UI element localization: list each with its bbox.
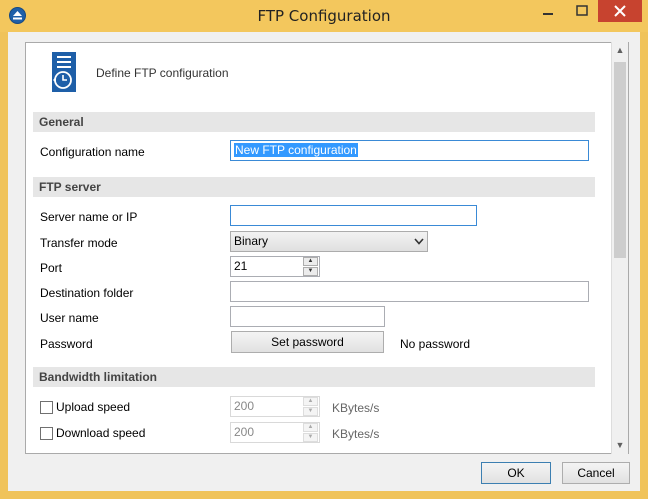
server-name-label: Server name or IP	[40, 210, 138, 224]
section-bandwidth: Bandwidth limitation	[33, 367, 595, 387]
section-ftp-server: FTP server	[33, 177, 595, 197]
close-icon	[614, 5, 626, 17]
transfer-mode-value: Binary	[234, 234, 269, 248]
download-increment-icon[interactable]: ▲	[303, 423, 318, 432]
ok-button-label: OK	[507, 466, 525, 480]
transfer-mode-select[interactable]: Binary	[230, 231, 428, 252]
config-name-label: Configuration name	[40, 145, 145, 159]
password-status: No password	[400, 337, 471, 351]
scroll-down-arrow-icon[interactable]: ▼	[612, 437, 628, 454]
download-speed-label: Download speed	[56, 426, 146, 440]
close-button[interactable]	[598, 0, 642, 22]
config-name-input[interactable]: New FTP configuration	[230, 140, 589, 161]
user-name-label: User name	[40, 311, 99, 325]
password-label: Password	[40, 337, 93, 351]
maximize-button[interactable]	[565, 0, 599, 22]
upload-speed-value: 200	[234, 399, 255, 413]
destination-folder-input[interactable]	[230, 281, 589, 302]
port-label: Port	[40, 261, 63, 275]
scroll-thumb[interactable]	[614, 62, 626, 258]
destination-folder-label: Destination folder	[40, 286, 134, 300]
upload-speed-unit: KBytes/s	[332, 401, 380, 415]
download-speed-value: 200	[234, 425, 255, 439]
minimize-icon	[543, 13, 553, 15]
cancel-button[interactable]: Cancel	[562, 462, 630, 484]
download-speed-unit: KBytes/s	[332, 427, 380, 441]
config-name-value: New FTP configuration	[234, 143, 358, 157]
set-password-button[interactable]: Set password	[231, 331, 384, 353]
upload-speed-label: Upload speed	[56, 400, 131, 414]
upload-decrement-icon[interactable]: ▼	[303, 407, 318, 416]
port-value: 21	[234, 259, 248, 273]
ftp-document-clock-icon	[50, 50, 80, 96]
vertical-scrollbar[interactable]: ▲ ▼	[611, 42, 628, 454]
user-name-input[interactable]	[230, 306, 385, 327]
port-stepper[interactable]: 21 ▲ ▼	[230, 256, 320, 277]
scroll-up-arrow-icon[interactable]: ▲	[612, 42, 628, 59]
chevron-down-icon	[414, 238, 424, 245]
upload-increment-icon[interactable]: ▲	[303, 397, 318, 406]
download-speed-stepper[interactable]: 200 ▲ ▼	[230, 422, 320, 443]
upload-speed-stepper[interactable]: 200 ▲ ▼	[230, 396, 320, 417]
download-speed-checkbox[interactable]	[40, 427, 53, 440]
transfer-mode-label: Transfer mode	[40, 236, 118, 250]
download-decrement-icon[interactable]: ▼	[303, 433, 318, 442]
section-general: General	[33, 112, 595, 132]
port-decrement-icon[interactable]: ▼	[303, 267, 318, 276]
maximize-icon	[576, 5, 588, 16]
server-name-input[interactable]	[230, 205, 477, 226]
upload-speed-checkbox[interactable]	[40, 401, 53, 414]
header-description: Define FTP configuration	[96, 66, 229, 80]
port-increment-icon[interactable]: ▲	[303, 257, 318, 266]
minimize-button[interactable]	[531, 0, 565, 22]
cancel-button-label: Cancel	[577, 466, 615, 480]
ok-button[interactable]: OK	[481, 462, 551, 484]
title-bar[interactable]: FTP Configuration	[0, 0, 648, 32]
